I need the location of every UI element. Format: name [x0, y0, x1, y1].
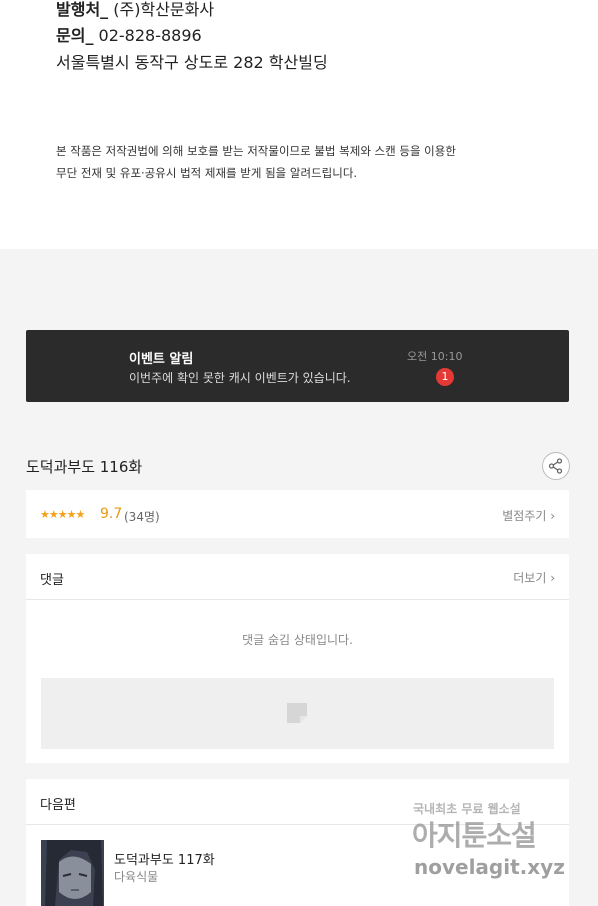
- publisher-section: 발행처_ (주)학산문화사 문의_ 02-828-8896 서울특별시 동작구 …: [0, 0, 598, 249]
- divider: [26, 599, 569, 600]
- contact-value: 02-828-8896: [98, 26, 202, 45]
- contact-line: 문의_ 02-828-8896: [56, 22, 202, 46]
- comments-more-link[interactable]: 더보기 ›: [513, 569, 555, 586]
- watermark-line-3: novelagit.xyz: [414, 855, 565, 879]
- publisher-line: 발행처_ (주)학산문화사: [56, 0, 214, 20]
- address-line: 서울특별시 동작구 상도로 282 학산빌딩: [56, 53, 328, 72]
- rating-stars: ★★★★★: [40, 508, 85, 521]
- share-button[interactable]: [542, 452, 570, 480]
- document-icon: [287, 703, 307, 723]
- comments-hidden-message: 댓글 숨김 상태입니다.: [242, 633, 353, 647]
- copyright-line-2: 무단 전재 및 유포·공유시 법적 제재를 받게 됨을 알려드립니다.: [56, 166, 358, 180]
- next-episode-title: 도덕과부도 117화: [114, 853, 215, 868]
- contact-label: 문의_: [56, 26, 94, 45]
- next-episode-thumbnail[interactable]: [41, 840, 104, 906]
- share-icon: [548, 458, 563, 474]
- event-message: 이번주에 확인 못한 캐시 이벤트가 있습니다.: [129, 371, 351, 385]
- next-header: 다음편: [40, 798, 76, 813]
- watermark: 국내최초 무료 웹소설 아지툰소설 novelagit.xyz: [410, 800, 580, 890]
- next-episode-author: 다육식물: [114, 870, 159, 884]
- event-badge: 1: [436, 368, 454, 386]
- publisher-value: (주)학산문화사: [113, 0, 215, 19]
- event-title: 이벤트 알림: [129, 352, 194, 367]
- rating-card: ★★★★★ 9.7 (34명) 별점주기 ›: [26, 490, 569, 538]
- rating-count: (34명): [124, 510, 160, 524]
- publisher-label: 발행처_: [56, 0, 109, 19]
- rate-button[interactable]: 별점주기 ›: [502, 507, 555, 524]
- thumbnail-image: [41, 840, 104, 906]
- event-notification[interactable]: 이벤트 알림 이번주에 확인 못한 캐시 이벤트가 있습니다. 오전 10:10…: [26, 330, 569, 402]
- watermark-line-2: 아지툰소설: [412, 819, 537, 852]
- copyright-line-1: 본 작품은 저작권법에 의해 보호를 받는 저작물이므로 불법 복제와 스캔 등…: [56, 144, 456, 158]
- comments-header: 댓글: [40, 573, 64, 588]
- rating-score: 9.7: [100, 506, 123, 522]
- episode-title: 도덕과부도 116화: [26, 458, 143, 476]
- comments-card: 댓글 더보기 › 댓글 숨김 상태입니다.: [26, 554, 569, 763]
- comment-placeholder: [41, 678, 554, 749]
- event-time: 오전 10:10: [407, 350, 463, 363]
